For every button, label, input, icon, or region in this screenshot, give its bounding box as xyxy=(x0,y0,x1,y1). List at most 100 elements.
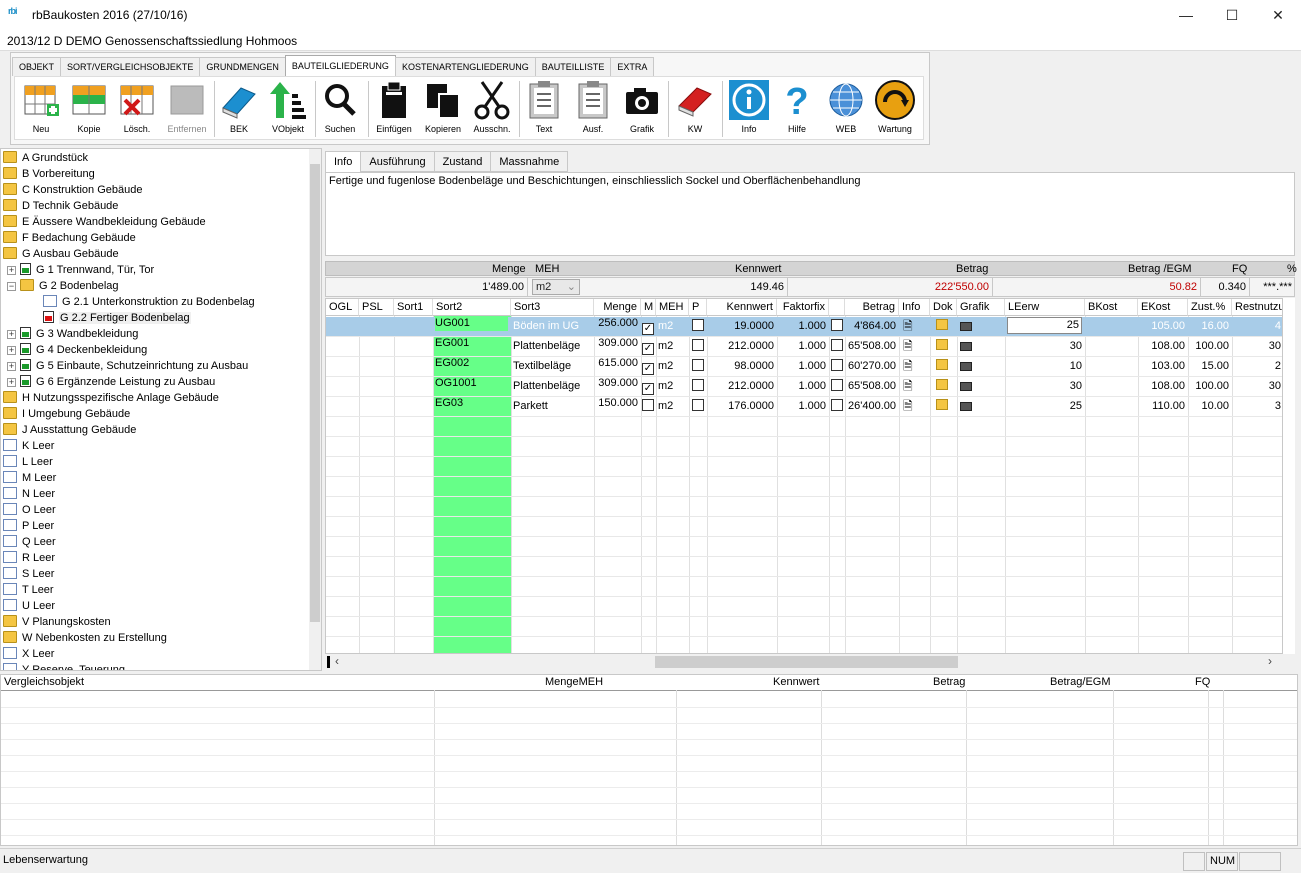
grid-cell-ekost[interactable]: 103.00 xyxy=(1140,357,1185,376)
grid-cell-menge[interactable]: 309.000 xyxy=(596,337,638,356)
entfernen-button[interactable]: Entfernen xyxy=(163,79,211,137)
tree-node[interactable]: T Leer xyxy=(3,582,54,598)
ribbon-tab-extra[interactable]: EXTRA xyxy=(610,57,655,76)
p-checkbox-cell[interactable] xyxy=(692,337,706,356)
tree-node[interactable]: H Nutzungsspezifische Anlage Gebäude xyxy=(3,390,219,406)
m-checkbox[interactable]: ✓ xyxy=(642,343,654,355)
tree-node[interactable]: G 2.1 Unterkonstruktion zu Bodenbelag xyxy=(43,294,255,310)
grid-header[interactable]: Menge xyxy=(594,299,641,316)
ribbon-tab-bauteilgliederung[interactable]: BAUTEILGLIEDERUNG xyxy=(284,55,396,76)
tree-node[interactable]: R Leer xyxy=(3,550,55,566)
grid-header[interactable]: EKost xyxy=(1138,299,1188,316)
grid-cell-sort2[interactable]: EG001 xyxy=(435,337,508,351)
tree-node[interactable]: Q Leer xyxy=(3,534,56,550)
grid-cell-sort2[interactable]: UG001 xyxy=(435,317,508,331)
grid-cell-ekost[interactable]: 108.00 xyxy=(1140,377,1185,396)
tree-expand-icon[interactable]: + xyxy=(7,266,16,275)
grafik-image-icon[interactable] xyxy=(960,362,972,371)
tree-node[interactable]: P Leer xyxy=(3,518,54,534)
grid-header[interactable]: Sort3 xyxy=(511,299,594,316)
grid-cell-rest[interactable]: 2 xyxy=(1234,357,1281,376)
p-checkbox-cell[interactable] xyxy=(692,357,706,376)
web-button[interactable]: WEB xyxy=(822,79,870,137)
dok-folder-icon[interactable] xyxy=(936,379,948,390)
grid-cell-rest[interactable]: 4 xyxy=(1234,317,1281,336)
p-checkbox-cell[interactable] xyxy=(692,397,706,416)
tree-node[interactable]: N Leer xyxy=(3,486,55,502)
scroll-left-icon[interactable]: ‹ xyxy=(335,654,339,668)
grid-cell-betrag[interactable]: 26'400.00 xyxy=(847,397,896,416)
grid-cell-menge[interactable]: 615.000 xyxy=(596,357,638,376)
tree-node[interactable]: F Bedachung Gebäude xyxy=(3,230,136,246)
minimize-button[interactable]: — xyxy=(1163,0,1209,31)
p-checkbox-cell[interactable] xyxy=(692,317,706,336)
tree-expand-icon[interactable]: + xyxy=(7,346,16,355)
grid-cell-sort3[interactable]: Parkett xyxy=(513,397,591,416)
grid-cell-kennwert[interactable]: 19.0000 xyxy=(709,317,774,336)
grid-header[interactable]: M xyxy=(641,299,656,316)
m-checkbox[interactable]: ✓ xyxy=(642,383,654,395)
grid-header[interactable]: Faktorfix xyxy=(777,299,829,316)
tree-node[interactable]: G 2.2 Fertiger Bodenbelag xyxy=(43,310,191,326)
grid-cell-sort3[interactable]: Böden im UG xyxy=(513,317,591,336)
grid-header[interactable]: P xyxy=(689,299,707,316)
ribbon-tab-grundmengen[interactable]: GRUNDMENGEN xyxy=(199,57,286,76)
grid-header[interactable]: Dok xyxy=(930,299,957,316)
kopieren-button[interactable]: Kopieren xyxy=(419,79,467,137)
grid-cell-rest[interactable]: 30 xyxy=(1234,337,1281,356)
m-checkbox[interactable]: ✓ xyxy=(642,363,654,375)
tree-node[interactable]: D Technik Gebäude xyxy=(3,198,118,214)
grid-cell-ekost[interactable]: 108.00 xyxy=(1140,337,1185,356)
grafik-image-icon[interactable] xyxy=(960,342,972,351)
bek-button[interactable]: BEK xyxy=(215,79,263,137)
tree-node[interactable]: S Leer xyxy=(3,566,54,582)
faktorfix-checkbox[interactable] xyxy=(831,339,843,351)
tree-node[interactable]: O Leer xyxy=(3,502,56,518)
grid-cell-sort2[interactable]: EG002 xyxy=(435,357,508,371)
table-row[interactable]: OG1001 Plattenbeläge 309.000 ✓ m2 212.0000 1.0… xyxy=(326,377,1282,396)
grid-header[interactable]: Zust.% xyxy=(1188,299,1232,316)
grid-cell-menge[interactable]: 309.000 xyxy=(596,377,638,396)
grid-header[interactable]: Kennwert xyxy=(707,299,777,316)
grafik-image-icon[interactable] xyxy=(960,382,972,391)
grid-cell-betrag[interactable]: 4'864.00 xyxy=(847,317,896,336)
grid-header[interactable] xyxy=(829,299,845,316)
table-row[interactable]: UG001 Böden im UG 256.000 ✓ m2 19.0000 1.000 4'… xyxy=(326,317,1282,336)
tree-node[interactable]: + G 4 Deckenbekleidung xyxy=(7,342,147,358)
grid-cell-zust[interactable]: 100.00 xyxy=(1190,337,1229,356)
grid-cell-kennwert[interactable]: 212.0000 xyxy=(709,377,774,396)
faktorfix-checkbox-cell[interactable] xyxy=(831,337,845,356)
faktorfix-checkbox-cell[interactable] xyxy=(831,317,845,336)
grid-cell-meh[interactable]: m2 xyxy=(658,397,686,416)
ausf-button[interactable]: Ausf. xyxy=(569,79,617,137)
grid-cell-kennwert[interactable]: 98.0000 xyxy=(709,357,774,376)
faktorfix-checkbox[interactable] xyxy=(831,399,843,411)
grid-header[interactable]: Grafik xyxy=(957,299,1005,316)
dok-folder-icon[interactable] xyxy=(936,359,948,370)
tree-node[interactable]: U Leer xyxy=(3,598,55,614)
info-doc-icon[interactable]: 🗎 xyxy=(903,317,915,336)
tree-node[interactable]: Y Reserve, Teuerung xyxy=(3,662,125,670)
hilfe-button[interactable]: ? Hilfe xyxy=(773,79,821,137)
grid-cell-rest[interactable]: 30 xyxy=(1234,377,1281,396)
tree-expand-icon[interactable]: − xyxy=(7,282,16,291)
tree-node[interactable]: B Vorbereitung xyxy=(3,166,95,182)
grid-cell-menge[interactable]: 256.000 xyxy=(596,317,638,336)
grid-cell-rest[interactable]: 3 xyxy=(1234,397,1281,416)
grid-cell-betrag[interactable]: 65'508.00 xyxy=(847,337,896,356)
m-checkbox-cell[interactable]: ✓ xyxy=(642,377,656,396)
grafik-image-icon[interactable] xyxy=(960,322,972,331)
close-button[interactable]: ✕ xyxy=(1255,0,1301,31)
grid-cell-sort3[interactable]: Plattenbeläge xyxy=(513,377,591,396)
faktorfix-checkbox[interactable] xyxy=(831,319,843,331)
tree-node[interactable]: K Leer xyxy=(3,438,54,454)
table-row[interactable]: EG001 Plattenbeläge 309.000 ✓ m2 212.0000 1.00… xyxy=(326,337,1282,356)
grid-hscroll-thumb[interactable] xyxy=(655,656,958,668)
m-checkbox-cell[interactable] xyxy=(642,397,656,416)
grid-cell-faktor[interactable]: 1.000 xyxy=(779,397,826,416)
grid-header[interactable]: Betrag xyxy=(845,299,899,316)
scroll-right-icon[interactable]: › xyxy=(1268,654,1272,668)
loesch-button[interactable]: Lösch. xyxy=(113,79,161,137)
tree-node[interactable]: I Umgebung Gebäude xyxy=(3,406,130,422)
tree-node[interactable]: M Leer xyxy=(3,470,56,486)
